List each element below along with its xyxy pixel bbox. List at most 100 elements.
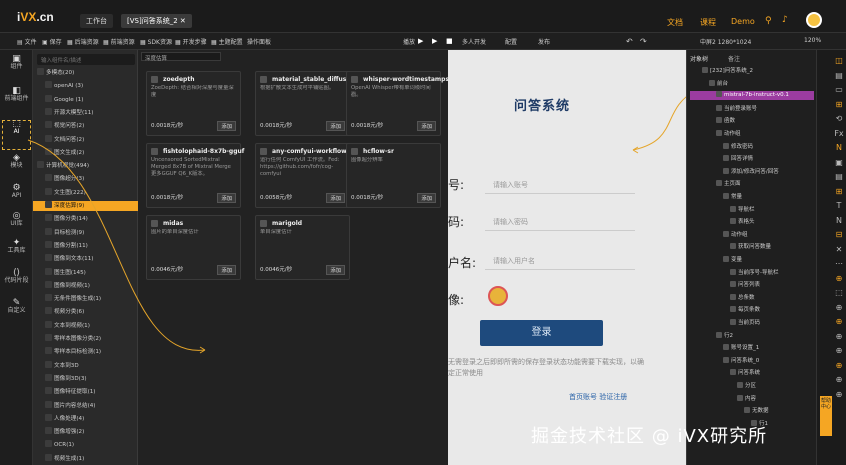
file-button[interactable]: ▤ 文件 xyxy=(17,37,37,46)
rail-item-components[interactable]: ▣ 组件 xyxy=(2,55,31,71)
component-shortcut-icon[interactable]: ▤ xyxy=(833,71,845,80)
component-shortcut-icon[interactable]: Fx xyxy=(833,129,845,138)
login-button[interactable]: 登录 xyxy=(480,320,603,346)
category-item[interactable]: OCR(1) xyxy=(33,440,138,450)
avatar[interactable] xyxy=(806,12,822,28)
layer-row[interactable]: 总条数 xyxy=(690,293,814,302)
layer-row[interactable]: 前台 xyxy=(690,79,814,88)
theme-button[interactable]: ▦ 主题配置 xyxy=(211,37,243,46)
category-item[interactable]: Google (1) xyxy=(33,94,138,105)
category-item[interactable]: 视频生成(1) xyxy=(33,453,138,464)
category-item[interactable]: 图像分类(14) xyxy=(33,214,138,224)
component-shortcut-icon[interactable]: ⊞ xyxy=(833,187,845,196)
layer-row[interactable]: 变量 xyxy=(690,255,814,264)
category-item[interactable]: openAI (3) xyxy=(33,81,138,91)
component-shortcut-icon[interactable]: ⊕ xyxy=(833,390,845,399)
category-item[interactable]: 人像处理(4) xyxy=(33,413,138,424)
avatar-image[interactable] xyxy=(488,286,508,306)
model-card[interactable]: whisper-wordtimestamps OpenAI Whisper带有单词… xyxy=(346,71,449,136)
model-card[interactable]: zoedepth ZoeDepth: 结合相对深度与度量深度 0.0018元/秒 添加 xyxy=(146,71,241,136)
component-shortcut-icon[interactable]: ✕ xyxy=(833,245,845,254)
component-shortcut-icon[interactable]: T xyxy=(833,201,845,210)
component-shortcut-icon[interactable]: ▭ xyxy=(833,85,845,94)
save-button[interactable]: ▣ 保存 xyxy=(42,37,62,46)
layer-row[interactable]: 问答系统_0 xyxy=(690,356,814,365)
layer-row[interactable]: mistral-7b-instruct-v0.1 xyxy=(690,91,814,101)
layer-row[interactable]: 行2 xyxy=(690,331,814,340)
add-model-button[interactable]: 添加 xyxy=(326,193,345,203)
layers-tab[interactable]: 对象树 xyxy=(690,54,708,63)
model-card[interactable]: fishtolophaid-8x7b-gguf Uncensored Sorted… xyxy=(146,143,244,208)
category-item[interactable]: 无条件图像生成(1) xyxy=(33,294,138,304)
nav-demo[interactable]: Demo xyxy=(731,17,755,26)
category-item[interactable]: 文档问答(2) xyxy=(33,134,138,145)
panel-button[interactable]: 操作面板 xyxy=(247,37,271,46)
add-model-button[interactable]: 添加 xyxy=(217,265,236,275)
model-card[interactable]: hcflow-sr 图像超分辨率 0.0018元/秒 添加 xyxy=(346,143,441,208)
model-card[interactable]: material_stable_diffusion 根据扩散文本生成可平铺贴图。 0… xyxy=(255,71,357,136)
play-icon[interactable]: ▶ xyxy=(418,37,423,45)
add-model-button[interactable]: 添加 xyxy=(217,193,236,203)
category-item[interactable]: 图片内容总结(4) xyxy=(33,400,138,411)
layer-row[interactable]: 无数据 xyxy=(690,406,814,415)
tab-project[interactable]: [VS]问答系统_2 ✕ xyxy=(121,14,192,28)
layer-row[interactable]: 内容 xyxy=(690,394,814,403)
category-item[interactable]: 图像增强(2) xyxy=(33,427,138,437)
rail-item-api[interactable]: ⚙ API xyxy=(2,184,31,200)
layer-row[interactable]: 问答系统 xyxy=(690,368,814,377)
component-shortcut-icon[interactable]: ▣ xyxy=(833,158,845,167)
notes-tab[interactable]: 备注 xyxy=(728,54,740,63)
add-model-button[interactable]: 添加 xyxy=(417,193,436,203)
category-item[interactable]: 图像到视频(1) xyxy=(33,280,138,291)
component-shortcut-icon[interactable]: ⊕ xyxy=(833,361,845,370)
layer-row[interactable]: 当前序号-导航栏 xyxy=(690,268,814,277)
bell-icon[interactable]: ♪ xyxy=(782,15,788,25)
backend-resources-button[interactable]: ▦ 后端资源 xyxy=(67,37,99,46)
add-model-button[interactable]: 添加 xyxy=(326,265,345,275)
rail-item-code[interactable]: ⟨⟩ 代码片段 xyxy=(2,269,31,285)
category-search-input[interactable]: 输入组件名/描述 xyxy=(37,54,135,65)
category-item[interactable]: 图文生成(2) xyxy=(33,147,138,158)
sdk-resources-button[interactable]: ▦ SDK资源 xyxy=(140,37,172,46)
component-shortcut-icon[interactable]: ⊕ xyxy=(833,274,845,283)
frontend-resources-button[interactable]: ▦ 前端资源 xyxy=(103,37,135,46)
layer-row[interactable]: [232]问答系统_2 xyxy=(690,66,814,75)
layer-row[interactable]: 函数 xyxy=(690,116,814,125)
component-shortcut-icon[interactable]: N xyxy=(833,143,845,152)
add-model-button[interactable]: 添加 xyxy=(326,121,345,131)
ivx-logo[interactable]: iVX.cn xyxy=(17,10,54,24)
component-shortcut-icon[interactable]: ⋯ xyxy=(833,259,845,268)
layer-row[interactable]: 修改密码 xyxy=(690,142,814,151)
zoom-level[interactable]: 120% xyxy=(804,37,821,44)
rail-item-ai[interactable]: ⬚ AI xyxy=(2,120,31,150)
category-item[interactable]: 图像分割(11) xyxy=(33,240,138,251)
layer-row[interactable]: 表格头 xyxy=(690,217,814,226)
category-item[interactable]: 视觉问答(2) xyxy=(33,121,138,131)
publish-button[interactable]: 发布 xyxy=(538,37,550,46)
component-shortcut-icon[interactable]: ⊕ xyxy=(833,303,845,312)
model-search-input[interactable]: 深度估算 xyxy=(141,52,221,62)
dev-steps-button[interactable]: ▦ 开发步骤 xyxy=(175,37,207,46)
layer-row[interactable]: 动作组 xyxy=(690,129,814,138)
category-item[interactable]: 图生图(145) xyxy=(33,267,138,278)
model-card[interactable]: marigold 单目深度估计 0.0046元/秒 添加 xyxy=(255,215,350,280)
category-item[interactable]: 多模态(20) xyxy=(33,68,138,78)
component-shortcut-icon[interactable]: ⊕ xyxy=(833,346,845,355)
resolution-select[interactable]: 中屏2 1280*1024 xyxy=(700,37,751,46)
category-item[interactable]: 文生图(222) xyxy=(33,187,138,198)
component-shortcut-icon[interactable]: N xyxy=(833,216,845,225)
component-shortcut-icon[interactable]: ◫ xyxy=(833,56,845,65)
multi-dev-button[interactable]: 多人开发 xyxy=(462,37,486,46)
stop-icon[interactable]: ■ xyxy=(446,37,453,45)
layer-row[interactable]: 添加/修改问答/回答 xyxy=(690,167,814,176)
component-shortcut-icon[interactable]: ⊕ xyxy=(833,332,845,341)
add-model-button[interactable]: 添加 xyxy=(417,121,436,131)
layer-row[interactable]: 回答详情 xyxy=(690,154,814,163)
category-item[interactable]: 零样本目标检测(1) xyxy=(33,347,138,357)
category-item[interactable]: 开源大模型(11) xyxy=(33,107,138,118)
rail-item-ui[interactable]: ◎ UI库 xyxy=(2,212,31,228)
account-input[interactable]: 请输入账号 xyxy=(485,176,635,194)
component-shortcut-icon[interactable]: ⟲ xyxy=(833,114,845,123)
rail-item-custom[interactable]: ✎ 自定义 xyxy=(2,299,31,315)
category-item[interactable]: 目标检测(9) xyxy=(33,227,138,238)
